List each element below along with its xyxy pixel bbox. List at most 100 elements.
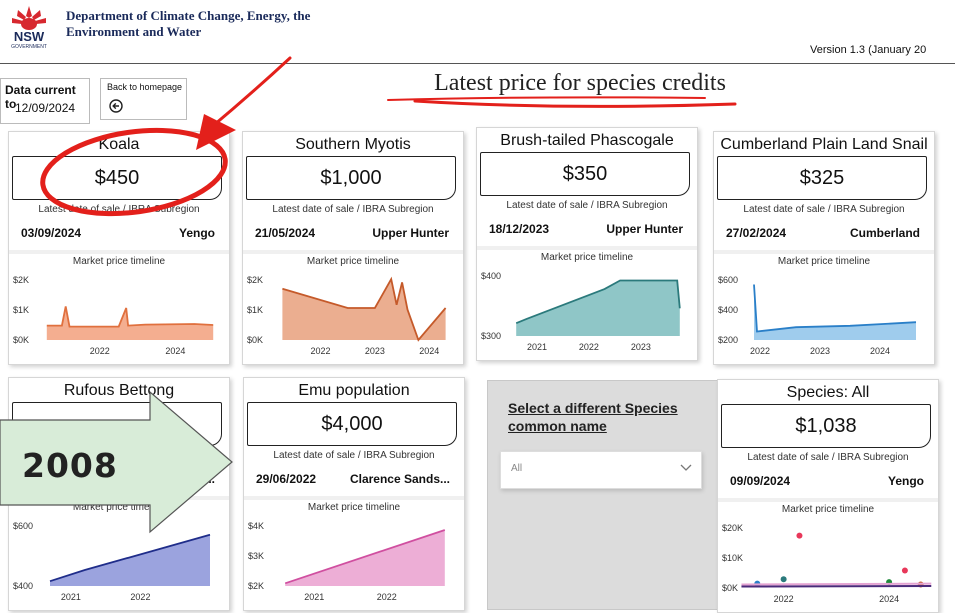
card-timeline-label: Market price timeline: [307, 502, 401, 513]
x-tick-label: 2024: [165, 346, 185, 356]
card-sale-region: Yengo: [178, 226, 215, 240]
species-card-southern-myotis[interactable]: Southern Myotis $1,000 Latest date of sa…: [242, 131, 464, 365]
chevron-down-icon[interactable]: [679, 460, 693, 474]
title-underline-annotation: [413, 99, 737, 108]
card-sale-label: Latest date of sale / IBRA Subregion: [272, 204, 434, 215]
card-sale-date: 09/09/2024: [730, 474, 791, 488]
price-area: [282, 279, 446, 340]
y-tick-label: $20K: [722, 523, 743, 533]
card-sale-date: 29/06/2022: [256, 472, 317, 486]
y-tick-label: $2K: [13, 275, 29, 285]
card-separator: [477, 246, 697, 250]
card-separator: [9, 496, 229, 500]
price-line: [46, 306, 214, 328]
species-card-brush-tailed-phascogale[interactable]: Brush-tailed Phascogale $350 Latest date…: [476, 127, 698, 361]
scatter-point: [796, 532, 803, 539]
y-tick-label: $10K: [722, 553, 743, 563]
species-trend-line: [741, 582, 932, 586]
x-tick-label: 2022: [90, 346, 110, 356]
scatter-point: [901, 567, 908, 574]
logo-text-nsw: NSW: [14, 29, 45, 44]
card-species-name: Rufous Bettong: [63, 382, 175, 399]
y-tick-label: $400: [718, 305, 738, 315]
y-tick-label: $0K: [722, 583, 738, 593]
back-to-homepage-label: Back to homepage: [107, 82, 183, 92]
x-tick-label: 2023: [365, 346, 385, 356]
card-price: $325: [717, 156, 927, 200]
card-timeline-label: Market price timeline: [781, 504, 875, 515]
x-tick-label: 2023: [631, 342, 651, 352]
nsw-waratah-logo: NSW GOVERNMENT: [11, 6, 47, 50]
market-price-chart-emu-population: $4K $3K $2K 2021 2022: [248, 521, 446, 602]
card-sale-region: Yengo: [887, 474, 924, 488]
y-tick-label: $300: [481, 331, 501, 341]
species-selector-title: Select a different Species common name: [508, 399, 678, 435]
arrow-left-circle-icon[interactable]: [109, 99, 123, 113]
species-trend-line: [741, 584, 932, 588]
species-card-cumberland-plain-land-snail[interactable]: Cumberland Plain Land Snail $325 Latest …: [713, 131, 935, 365]
card-sale-label: Latest date of sale / IBRA Subregion: [273, 450, 435, 461]
x-tick-label: 2024: [879, 594, 899, 604]
data-current-value: 12/09/2024: [15, 101, 76, 115]
card-species-name: Brush-tailed Phascogale: [500, 132, 674, 149]
card-separator: [718, 498, 938, 502]
card-sale-date: 27/02/2024: [726, 226, 787, 240]
market-price-chart-brush-tailed-phascogale: $400 $300 2021 2022 2023: [481, 271, 681, 352]
data-current-box: Data current to 12/09/2024: [0, 78, 90, 124]
species-card-emu-population[interactable]: Emu population $4,000 Latest date of sal…: [243, 377, 465, 611]
card-timeline-label: Market price timeline: [72, 502, 166, 513]
x-tick-label: 2022: [750, 346, 770, 356]
red-arrow-shaft: [206, 56, 292, 132]
card-sale-label: Latest date of sale / IBRA Subregion: [747, 452, 909, 463]
x-tick-label: 2024: [870, 346, 890, 356]
department-name: Department of Climate Change, Energy, th…: [66, 8, 366, 40]
card-species-name: Koala: [98, 136, 140, 153]
species-card-rufous-bettong[interactable]: Rufous Bettong Latest date of sale / IBR…: [8, 377, 230, 611]
y-tick-label: $1K: [13, 305, 29, 315]
year-annotation-text: 2008: [22, 446, 118, 485]
y-tick-label: $3K: [248, 551, 264, 561]
y-tick-label: $400: [13, 581, 33, 591]
species-card-all[interactable]: Species: All $1,038 Latest date of sale …: [717, 379, 939, 613]
department-line-2: Environment and Water: [66, 24, 202, 39]
market-price-chart-cumberland-plain-land-snail: $600 $400 $200 2022 2023 2024: [718, 275, 917, 356]
x-tick-label: 2021: [61, 592, 81, 602]
y-tick-label: $2K: [247, 275, 263, 285]
y-tick-label: $4K: [248, 521, 264, 531]
x-tick-label: 2023: [810, 346, 830, 356]
card-separator: [243, 250, 463, 254]
market-price-chart-all-species: $20K $10K $0K 2022 2024: [722, 523, 932, 604]
price-area: [516, 280, 680, 336]
card-species-name: Cumberland Plain Land Snail: [720, 136, 928, 153]
species-selector-title-line-2: common name: [508, 418, 607, 434]
version-text: Version 1.3 (January 20: [810, 44, 927, 56]
scatter-point: [780, 576, 787, 583]
card-timeline-label: Market price timeline: [540, 252, 634, 263]
market-price-chart-koala: $2K $1K $0K 2022 2024: [13, 275, 214, 356]
card-separator: [714, 250, 934, 254]
y-tick-label: $0K: [13, 335, 29, 345]
department-line-1: Department of Climate Change, Energy, th…: [66, 8, 311, 23]
card-timeline-label: Market price timeline: [777, 256, 871, 267]
card-sale-region: s...: [198, 472, 215, 486]
x-tick-label: 2021: [304, 592, 324, 602]
species-dropdown[interactable]: All: [500, 451, 702, 489]
card-sale-region: Upper Hunter: [606, 222, 683, 236]
species-card-koala[interactable]: Koala $450 Latest date of sale / IBRA Su…: [8, 131, 230, 365]
card-sale-date: 03/09/2024: [21, 226, 82, 240]
card-sale-label: Latest date of sale / IBRA Subregion: [38, 204, 200, 215]
y-tick-label: $600: [13, 521, 33, 531]
x-tick-label: 2022: [579, 342, 599, 352]
x-tick-label: 2022: [310, 346, 330, 356]
card-sale-label: Latest date of sale / IBRA Subregion: [743, 204, 905, 215]
card-separator: [244, 496, 464, 500]
species-selector-panel: Select a different Species common name A…: [487, 380, 719, 610]
card-price: $350: [480, 152, 690, 196]
back-to-homepage-button[interactable]: Back to homepage: [100, 78, 187, 120]
price-area: [754, 284, 916, 340]
card-price: $450: [12, 156, 222, 200]
species-selector-title-line-1: Select a different Species: [508, 400, 678, 416]
card-species-name: Species: All: [786, 384, 870, 401]
y-tick-label: $0K: [247, 335, 263, 345]
card-sale-date: 18/12/2023: [489, 222, 550, 236]
